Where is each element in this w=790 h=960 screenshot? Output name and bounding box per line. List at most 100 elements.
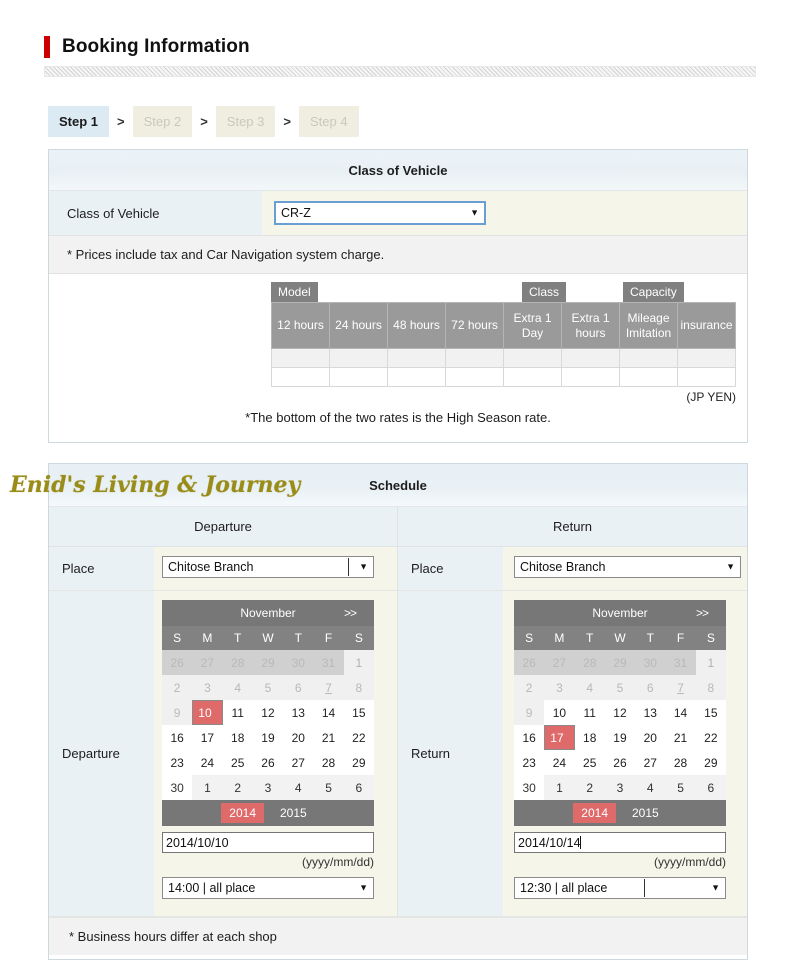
day-cell[interactable]: 3 (604, 775, 636, 800)
day-cell[interactable]: 18 (574, 725, 605, 750)
day-cell[interactable]: 1 (343, 650, 374, 675)
day-cell[interactable]: 8 (695, 675, 726, 700)
return-time-select[interactable]: 12:30 | all place ▼ (514, 877, 726, 899)
day-cell[interactable]: 28 (313, 750, 344, 775)
day-cell[interactable]: 29 (252, 650, 284, 675)
day-cell[interactable]: 6 (343, 775, 374, 800)
day-cell[interactable]: 26 (514, 650, 545, 675)
day-cell[interactable]: 27 (635, 750, 666, 775)
day-cell[interactable]: 14 (665, 700, 696, 725)
day-cell[interactable]: 2 (514, 675, 545, 700)
day-cell[interactable]: 30 (514, 775, 545, 800)
departure-time-select[interactable]: 14:00 | all place ▼ (162, 877, 374, 899)
day-cell[interactable]: 9 (514, 700, 545, 725)
day-cell[interactable]: 6 (635, 675, 666, 700)
year-option[interactable]: 2015 (624, 803, 667, 823)
day-cell-selected[interactable]: 10 (192, 700, 223, 725)
day-cell-selected[interactable]: 17 (544, 725, 575, 750)
return-date-input[interactable]: 2014/10/14 (514, 832, 726, 853)
day-cell[interactable]: 17 (192, 725, 223, 750)
day-cell[interactable]: 3 (544, 675, 575, 700)
day-cell[interactable]: 2 (162, 675, 193, 700)
day-cell[interactable]: 22 (343, 725, 374, 750)
day-cell[interactable]: 5 (252, 675, 284, 700)
day-cell[interactable]: 27 (283, 750, 314, 775)
departure-date-input[interactable]: 2014/10/10 (162, 832, 374, 853)
day-cell[interactable]: 28 (222, 650, 253, 675)
day-cell[interactable]: 19 (252, 725, 284, 750)
day-cell[interactable]: 25 (222, 750, 253, 775)
day-cell[interactable]: 26 (162, 650, 193, 675)
day-cell[interactable]: 12 (252, 700, 284, 725)
class-of-vehicle-select[interactable]: CR-Z ▼ (274, 201, 486, 225)
day-cell[interactable]: 12 (604, 700, 636, 725)
step-item-2[interactable]: Step 2 (132, 106, 193, 137)
day-cell[interactable]: 31 (313, 650, 344, 675)
day-cell[interactable]: 4 (574, 675, 605, 700)
day-cell[interactable]: 13 (283, 700, 314, 725)
day-cell[interactable]: 19 (604, 725, 636, 750)
day-cell[interactable]: 3 (192, 675, 223, 700)
day-cell[interactable]: 31 (665, 650, 696, 675)
day-cell[interactable]: 26 (604, 750, 636, 775)
day-cell[interactable]: 22 (695, 725, 726, 750)
day-cell[interactable]: 29 (604, 650, 636, 675)
day-cell[interactable]: 11 (222, 700, 253, 725)
day-cell[interactable]: 28 (574, 650, 605, 675)
return-place-select[interactable]: Chitose Branch ▼ (514, 556, 741, 578)
day-cell[interactable]: 1 (192, 775, 223, 800)
day-cell[interactable]: 28 (665, 750, 696, 775)
day-cell[interactable]: 25 (574, 750, 605, 775)
next-month-icon[interactable]: >> (696, 606, 709, 620)
day-cell[interactable]: 2 (222, 775, 253, 800)
departure-place-select[interactable]: Chitose Branch ▼ (162, 556, 374, 578)
day-cell[interactable]: 29 (695, 750, 726, 775)
day-cell[interactable]: 14 (313, 700, 344, 725)
day-cell-underlined[interactable]: 7 (313, 675, 344, 700)
day-cell[interactable]: 10 (544, 700, 575, 725)
step-item-3[interactable]: Step 3 (215, 106, 276, 137)
day-cell[interactable]: 5 (665, 775, 696, 800)
day-cell[interactable]: 6 (283, 675, 314, 700)
day-cell[interactable]: 15 (343, 700, 374, 725)
year-option[interactable]: 2015 (272, 803, 315, 823)
day-cell[interactable]: 9 (162, 700, 193, 725)
day-cell[interactable]: 27 (192, 650, 223, 675)
day-cell[interactable]: 5 (604, 675, 636, 700)
step-item-1[interactable]: Step 1 (48, 106, 110, 137)
step-item-4[interactable]: Step 4 (298, 106, 359, 137)
day-cell[interactable]: 30 (635, 650, 666, 675)
day-cell[interactable]: 1 (544, 775, 575, 800)
day-cell[interactable]: 29 (343, 750, 374, 775)
day-cell[interactable]: 3 (252, 775, 284, 800)
day-cell[interactable]: 18 (222, 725, 253, 750)
day-cell[interactable]: 23 (162, 750, 193, 775)
day-cell[interactable]: 4 (283, 775, 314, 800)
day-cell[interactable]: 20 (635, 725, 666, 750)
day-cell[interactable]: 1 (695, 650, 726, 675)
year-option-selected[interactable]: 2014 (221, 803, 264, 823)
day-cell[interactable]: 20 (283, 725, 314, 750)
year-option-selected[interactable]: 2014 (573, 803, 616, 823)
day-cell[interactable]: 27 (544, 650, 575, 675)
day-cell[interactable]: 6 (695, 775, 726, 800)
day-cell[interactable]: 15 (695, 700, 726, 725)
day-cell[interactable]: 30 (283, 650, 314, 675)
day-cell[interactable]: 11 (574, 700, 605, 725)
day-cell[interactable]: 2 (574, 775, 605, 800)
day-cell[interactable]: 13 (635, 700, 666, 725)
day-cell[interactable]: 8 (343, 675, 374, 700)
day-cell[interactable]: 24 (544, 750, 575, 775)
day-cell[interactable]: 16 (514, 725, 545, 750)
day-cell[interactable]: 26 (252, 750, 284, 775)
day-cell[interactable]: 4 (635, 775, 666, 800)
day-cell[interactable]: 21 (313, 725, 344, 750)
day-cell[interactable]: 21 (665, 725, 696, 750)
day-cell[interactable]: 30 (162, 775, 193, 800)
day-cell[interactable]: 23 (514, 750, 545, 775)
day-cell-underlined[interactable]: 7 (665, 675, 696, 700)
day-cell[interactable]: 5 (313, 775, 344, 800)
day-cell[interactable]: 16 (162, 725, 193, 750)
next-month-icon[interactable]: >> (344, 606, 357, 620)
day-cell[interactable]: 24 (192, 750, 223, 775)
